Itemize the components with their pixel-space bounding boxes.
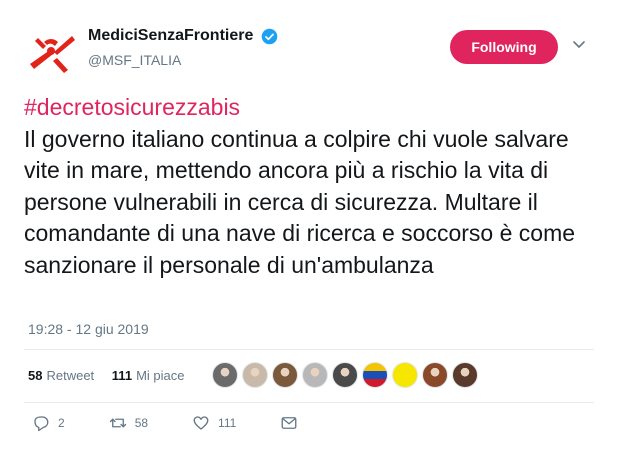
direct-message-action[interactable] [280,414,306,432]
hashtag-link[interactable]: #decretosicurezzabis [24,92,594,124]
liker-avatar-icon[interactable] [422,362,448,388]
liker-avatar-icon[interactable] [242,362,268,388]
like-action[interactable]: 111 [192,414,236,432]
display-name[interactable]: MediciSenzaFrontiere [88,27,253,45]
likes-label: Mi piace [136,368,185,383]
reply-icon [34,416,49,432]
divider [24,349,594,350]
liker-avatar-icon[interactable] [272,362,298,388]
like-count: 111 [218,416,237,430]
retweets-label: Retweet [46,368,95,383]
retweets-count: 58 [28,368,43,383]
retweet-count: 58 [134,416,149,430]
msf-logo-icon [30,36,75,73]
retweets-stat[interactable]: 58 Retweet [28,368,94,383]
account-header: MediciSenzaFrontiere @MSF_ITALIA [88,27,278,68]
tweet-text: #decretosicurezzabis Il governo italiano… [24,92,594,281]
retweet-icon [109,418,126,428]
retweet-action[interactable]: 58 [109,414,148,432]
following-button[interactable]: Following [450,30,558,64]
liker-avatar-icon[interactable] [302,362,328,388]
reply-count: 2 [58,416,65,430]
account-handle[interactable]: @MSF_ITALIA [88,52,278,68]
tweet-stats: 58 Retweet 111 Mi piace [28,368,198,383]
chevron-down-icon[interactable] [572,40,586,50]
liker-avatar-icon[interactable] [452,362,478,388]
likes-stat[interactable]: 111 Mi piace [112,368,185,383]
liker-yellow-poster-icon[interactable] [392,362,418,388]
verified-badge-icon [261,28,278,44]
heart-icon [193,416,209,430]
liker-avatar-icon[interactable] [212,362,238,388]
liker-avatar-icon[interactable] [332,362,358,388]
msf-logo-avatar[interactable] [24,24,80,80]
liker-flag-icon[interactable] [362,362,388,388]
tweet-actions: 2 58 111 [32,414,350,432]
envelope-icon [281,417,297,429]
liker-avatars [212,362,482,388]
tweet-body: Il governo italiano continua a colpire c… [24,125,576,278]
reply-action[interactable]: 2 [32,414,65,432]
likes-count: 111 [111,368,133,383]
divider [24,402,594,403]
tweet-timestamp[interactable]: 19:28 - 12 giu 2019 [28,321,149,337]
